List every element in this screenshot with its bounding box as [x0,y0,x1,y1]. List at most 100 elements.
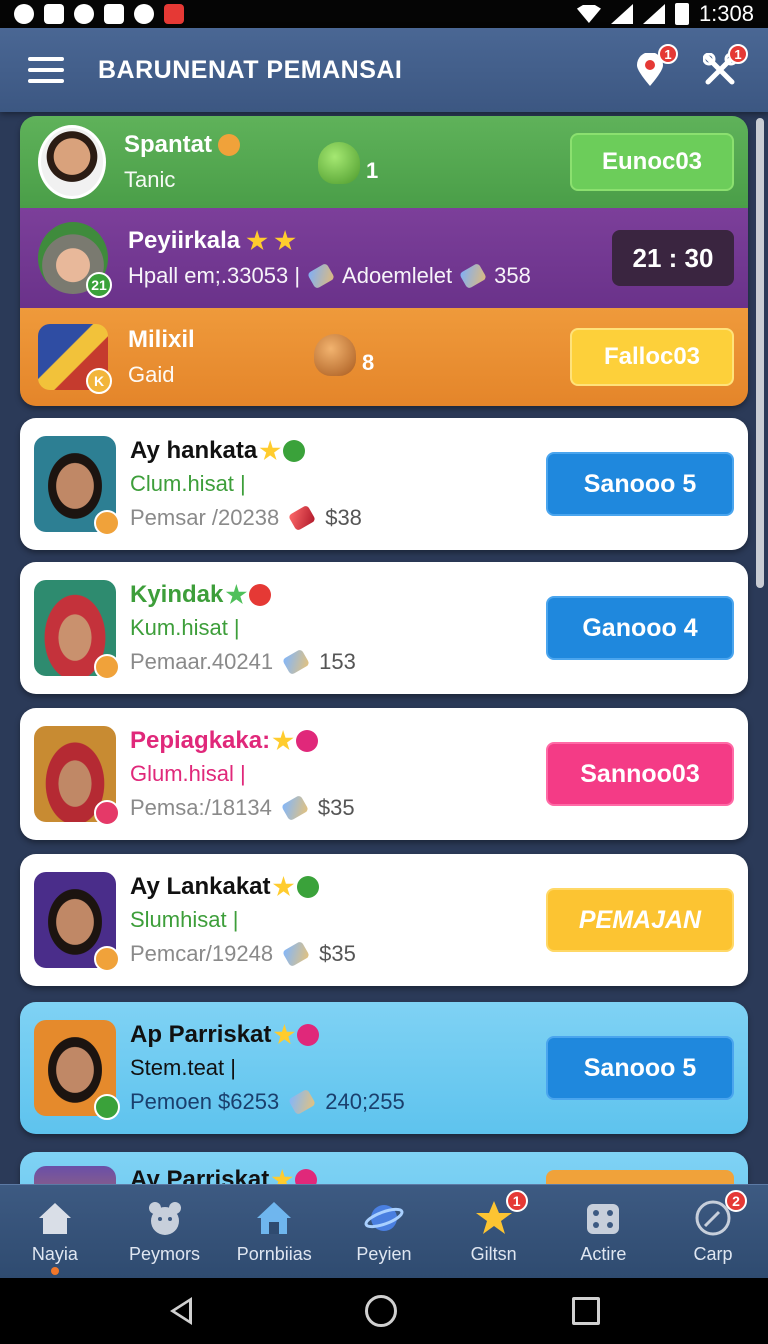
x-circle-icon [134,4,154,24]
clock-icon [74,4,94,24]
verified-icon [283,440,306,462]
player-meta: Pemoen $6253 [130,1089,280,1114]
planet-icon [364,1205,404,1231]
player-status: Stem.teat | [130,1055,236,1080]
player-name: Ap Parriskat [130,1021,272,1048]
featured-row[interactable]: 21 Peyiirkala Hpall em;.33053 | Adoemlel… [20,208,748,308]
action-button[interactable]: Sanooo 5 [546,452,734,516]
player-status: Slumhisat | [130,907,239,932]
player-card-partial[interactable]: Ay Parriskat [20,1152,748,1184]
guild-badge: K [86,368,112,394]
trophy-icon [314,334,356,376]
player-name: Pepiagkaka: [130,727,271,754]
wifi-icon [576,5,601,23]
nav-item-nayia[interactable]: Nayia [3,1198,107,1275]
trophy-value: 1 [366,158,379,183]
featured-row[interactable]: K Milixil Gaid 8 Falloc03 [20,308,748,406]
avatar [34,726,120,826]
player-name: Ay hankata [130,437,258,464]
avatar [34,436,120,536]
nav-item-peyien[interactable]: Peyien [332,1198,436,1265]
player-amount: 240;255 [325,1089,405,1114]
player-amount: $35 [319,941,356,966]
page-title: BARUNENAT PEMANSAI [98,55,403,84]
action-button[interactable]: Sannoo03 [546,742,734,806]
tools-button[interactable]: 1 [700,44,748,90]
rank-dot-icon [296,730,319,752]
gem-icon [288,504,317,532]
nav-label: Peymors [129,1244,201,1264]
rank-badge-icon [94,654,120,680]
action-button[interactable] [546,1170,734,1184]
nav-label: Carp [693,1244,733,1264]
battery-icon [674,3,689,25]
nav-item-carp[interactable]: 2 Carp [661,1190,765,1265]
item-value: 358 [494,263,531,288]
nav-item-giltsn[interactable]: 1 Giltsn [442,1190,546,1265]
rank-badge-icon [94,800,120,826]
featured-row[interactable]: Spantat Tanic 1 Eunoc03 [20,116,748,208]
star-icon [274,230,296,251]
player-card[interactable]: Kyindak Kum.hisat | Pemaar.40241 153 Gan… [20,562,748,694]
bag-icon [104,4,124,24]
action-button[interactable]: Ganooo 4 [546,596,734,660]
avatar [38,125,106,199]
star-icon [272,730,294,751]
scrollbar[interactable] [756,118,764,588]
rank-badge-icon [94,1094,120,1120]
star-icon [272,876,295,897]
avatar [34,872,120,972]
player-card[interactable]: Ay hankata Clum.hisat | Pemsar /20238 $3… [20,418,748,550]
player-list[interactable]: Spantat Tanic 1 Eunoc03 21 Peyiirkala Hp… [0,112,768,1184]
nav-item-peymors[interactable]: Peymors [113,1198,217,1265]
menu-button[interactable] [28,57,64,83]
nav-label: Actire [580,1244,627,1264]
player-name: Milixil [128,326,195,353]
action-button[interactable]: PEMAJAN [546,888,734,952]
player-amount: $35 [317,795,355,820]
star-icon [271,1169,293,1184]
rank-badge-icon [94,946,120,972]
bottom-nav: Nayia Peymors Pornbiias Peyien 1 Giltsn [0,1184,768,1278]
back-icon[interactable] [168,1297,192,1325]
player-amount: $38 [325,505,362,530]
nav-label: Peyien [356,1244,412,1264]
action-button[interactable]: Sanooo 5 [546,1036,734,1100]
home-button-icon[interactable] [364,1295,397,1327]
player-card[interactable]: Pepiagkaka: Glum.hisal | Pemsa:/18134 $3… [20,708,748,840]
star-icon [246,230,268,251]
player-name: Peyiirkala [128,227,241,254]
player-card-highlighted[interactable]: Ap Parriskat Stem.teat | Pemoen $6253 24… [20,1002,748,1134]
avatar-face [34,1166,116,1184]
player-meta: Pemaar.40241 [130,649,274,674]
star-icon [225,584,247,605]
trophy-value: 8 [362,350,375,375]
player-meta: Pemsar /20238 [130,505,280,530]
menu-line [28,68,64,72]
player-meta: Pemsa:/18134 [130,795,272,820]
player-card[interactable]: Ay Lankakat Slumhisat | Pemcar/19248 $35… [20,854,748,986]
player-status: Kum.hisat | [130,615,240,640]
nav-badge: 1 [505,1190,528,1212]
avatar: K [38,324,112,394]
star-icon [259,440,281,461]
player-stats: Hpall em;.33053 | [128,263,301,288]
gem-icon [288,1088,317,1116]
action-button[interactable]: Eunoc03 [570,133,734,191]
action-button[interactable]: Falloc03 [570,328,734,386]
avatar [34,1020,120,1120]
nav-badge: 2 [725,1190,748,1212]
nav-item-pornbiias[interactable]: Pornbiias [222,1198,326,1265]
trophy-count: 8 [314,334,374,376]
featured-group: Spantat Tanic 1 Eunoc03 21 Peyiirkala Hp… [20,116,748,406]
player-status: Glum.hisal | [130,761,246,786]
recent-apps-icon[interactable] [572,1297,601,1325]
notifications-button[interactable]: 1 [630,44,678,90]
nav-item-actire[interactable]: Actire [551,1198,655,1265]
nav-label: Nayia [31,1244,78,1264]
house-icon [257,1202,292,1234]
nav-label: Pornbiias [236,1244,312,1264]
tools-badge: 1 [728,44,748,64]
avatar: 21 [38,222,112,298]
trophy-icon [318,142,360,184]
